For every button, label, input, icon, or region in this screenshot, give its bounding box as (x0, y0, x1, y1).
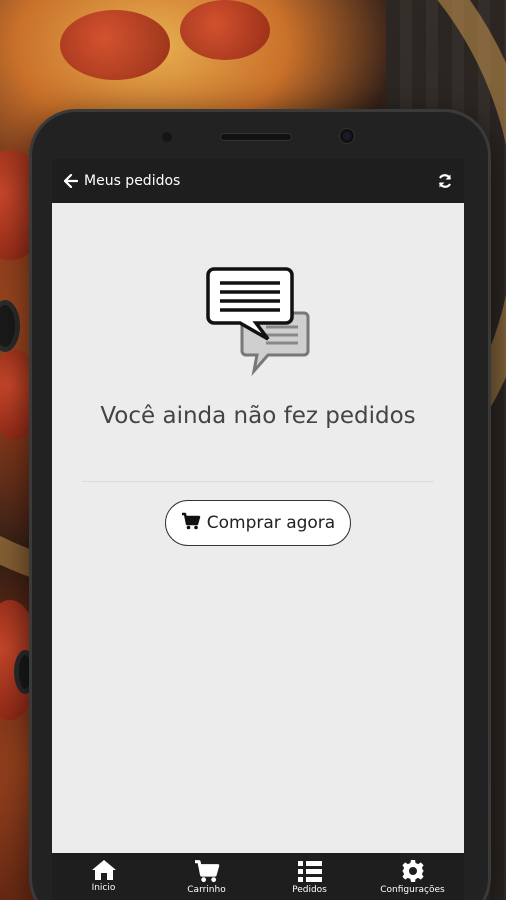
phone-frame: Meus pedidos Você ainda não fez pedidos … (32, 112, 488, 900)
tab-home[interactable]: Inicio (52, 853, 155, 900)
front-camera (340, 129, 354, 143)
pepperoni (180, 0, 270, 60)
divider (82, 481, 434, 482)
refresh-icon[interactable] (434, 170, 456, 192)
buy-now-button[interactable]: Comprar agora (165, 500, 351, 546)
arrow-left-icon[interactable] (60, 170, 82, 192)
tab-cart[interactable]: Carrinho (155, 853, 258, 900)
home-icon (91, 859, 117, 881)
empty-message: Você ainda não fez pedidos (100, 403, 416, 429)
phone-top-bezel (32, 112, 488, 162)
bottom-tab-bar: Inicio Carrinho Pedidos Configurações (52, 853, 464, 900)
chat-messages-icon (206, 267, 310, 381)
tab-settings-label: Configurações (380, 885, 445, 895)
app-screen: Meus pedidos Você ainda não fez pedidos … (52, 159, 464, 900)
tab-orders[interactable]: Pedidos (258, 853, 361, 900)
list-icon (297, 859, 323, 883)
tab-cart-label: Carrinho (187, 885, 226, 895)
gear-icon (401, 859, 425, 883)
tab-orders-label: Pedidos (292, 885, 327, 895)
page-title: Meus pedidos (84, 173, 181, 189)
cart-icon (181, 512, 201, 535)
earpiece-speaker (220, 133, 292, 141)
proximity-sensor (162, 132, 172, 142)
tab-home-label: Inicio (91, 883, 116, 893)
pepperoni (60, 10, 170, 80)
cart-icon (193, 859, 221, 883)
buy-now-label: Comprar agora (206, 513, 336, 533)
tab-settings[interactable]: Configurações (361, 853, 464, 900)
empty-state: Você ainda não fez pedidos Comprar agora (52, 203, 464, 853)
app-bar: Meus pedidos (52, 159, 464, 203)
